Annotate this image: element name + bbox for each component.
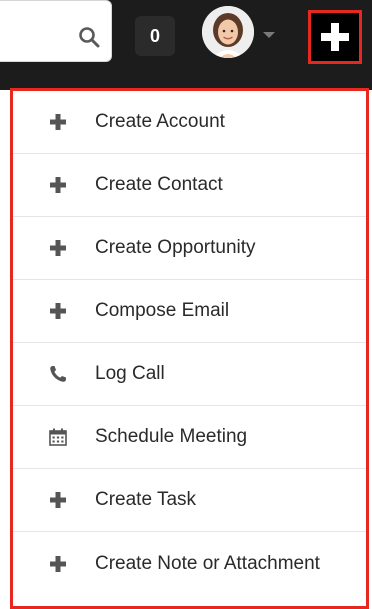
menu-item-label: Create Account (95, 111, 225, 132)
plus-icon (321, 23, 349, 51)
quick-create-button[interactable] (308, 10, 362, 64)
search-box[interactable] (0, 0, 112, 62)
plus-icon (48, 490, 68, 510)
top-navigation-bar: 0 (0, 0, 372, 90)
search-icon[interactable] (77, 25, 101, 49)
menu-item-label: Create Opportunity (95, 237, 256, 258)
menu-item-create-account[interactable]: Create Account (13, 91, 366, 154)
menu-item-create-task[interactable]: Create Task (13, 469, 366, 532)
menu-item-label: Compose Email (95, 300, 230, 321)
plus-icon (48, 301, 68, 321)
user-avatar[interactable] (202, 6, 254, 58)
menu-item-label: Log Call (95, 363, 165, 384)
menu-item-compose-email[interactable]: Compose Email (13, 280, 366, 343)
quick-create-menu: Create Account Create Contact Create Oppor… (10, 88, 369, 609)
plus-icon (48, 175, 68, 195)
plus-icon (48, 238, 68, 258)
phone-icon (48, 364, 68, 384)
plus-icon (48, 554, 68, 574)
calendar-icon (48, 427, 68, 447)
menu-item-create-note-or-attachment[interactable]: Create Note or Attachment (13, 532, 366, 595)
menu-item-log-call[interactable]: Log Call (13, 343, 366, 406)
menu-item-label: Schedule Meeting (95, 426, 248, 447)
menu-item-label: Create Task (95, 489, 197, 510)
menu-item-label: Create Contact (95, 174, 223, 195)
menu-item-label: Create Note or Attachment (95, 552, 320, 574)
avatar-image (202, 6, 254, 58)
notification-count-badge[interactable]: 0 (135, 16, 175, 56)
caret-down-icon[interactable] (262, 30, 276, 40)
menu-item-schedule-meeting[interactable]: Schedule Meeting (13, 406, 366, 469)
menu-item-create-opportunity[interactable]: Create Opportunity (13, 217, 366, 280)
plus-icon (48, 112, 68, 132)
menu-item-create-contact[interactable]: Create Contact (13, 154, 366, 217)
